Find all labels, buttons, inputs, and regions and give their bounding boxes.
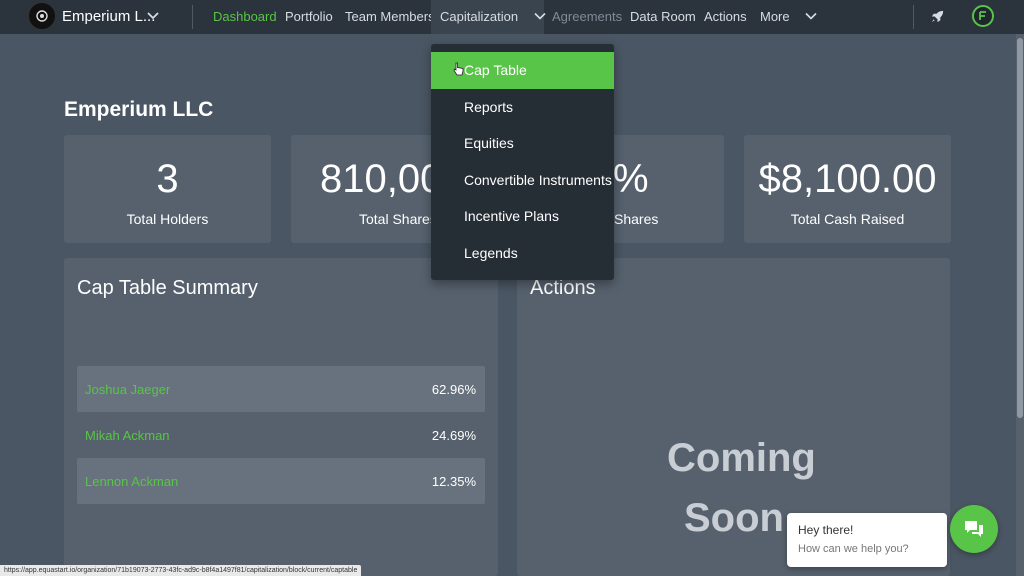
nav-divider [192, 5, 193, 29]
nav-dashboard[interactable]: Dashboard [213, 0, 277, 34]
top-nav: Emperium L... Dashboard Portfolio Team M… [0, 0, 1024, 34]
menu-item-convertible-instruments[interactable]: Convertible Instruments [431, 162, 614, 199]
stat-label: Total Cash Raised [790, 211, 905, 227]
user-avatar[interactable] [972, 5, 994, 27]
rocket-icon[interactable] [930, 9, 945, 24]
nav-divider [913, 5, 914, 29]
menu-item-legends[interactable]: Legends [431, 235, 614, 272]
nav-more-label: More [760, 9, 790, 24]
chevron-down-icon [805, 12, 817, 20]
coming-soon-line: Soon [684, 496, 784, 540]
menu-item-incentive-plans[interactable]: Incentive Plans [431, 198, 614, 235]
table-row[interactable]: Mikah Ackman 24.69% [77, 412, 485, 458]
nav-capitalization-label: Capitalization [440, 9, 519, 24]
page-title: Emperium LLC [64, 98, 214, 121]
holder-percent: 12.35% [431, 474, 476, 489]
org-logo-icon[interactable] [28, 2, 56, 30]
holder-name-link[interactable]: Lennon Ackman [85, 474, 178, 489]
nav-team-members[interactable]: Team Members [345, 0, 435, 34]
stat-value: 3 [156, 157, 179, 201]
stat-label: Total Holders [126, 211, 209, 227]
coming-soon-placeholder: Coming Soon [667, 428, 816, 548]
status-url: https://app.equastart.io/organization/71… [0, 565, 362, 576]
menu-item-label: Cap Table [464, 62, 527, 78]
menu-item-cap-table[interactable]: Cap Table [431, 52, 614, 89]
scrollbar-thumb[interactable] [1017, 38, 1023, 418]
nav-capitalization[interactable]: Capitalization [431, 0, 546, 34]
stat-card-holders: 3 Total Holders [64, 135, 271, 243]
holder-percent: 24.69% [431, 428, 476, 443]
coming-soon-line: Coming [667, 436, 816, 480]
org-name[interactable]: Emperium L... [62, 8, 155, 25]
nav-actions[interactable]: Actions [704, 0, 747, 34]
nav-agreements[interactable]: Agreements [552, 0, 622, 34]
cap-table-summary-panel: Cap Table Summary Joshua Jaeger 62.96% M… [64, 258, 498, 576]
table-row[interactable]: Lennon Ackman 12.35% [77, 458, 485, 504]
panel-title: Cap Table Summary [77, 277, 258, 299]
chat-greeting-bubble[interactable]: Hey there! How can we help you? [787, 513, 947, 567]
brand-mark-icon [979, 11, 986, 20]
holder-name-link[interactable]: Mikah Ackman [85, 428, 170, 443]
nav-more[interactable]: More [760, 0, 817, 34]
chevron-down-icon[interactable] [146, 9, 160, 23]
stat-value: $8,100.00 [758, 157, 937, 201]
chat-launcher-button[interactable] [950, 505, 998, 553]
chat-greeting: Hey there! [798, 523, 854, 537]
nav-data-room[interactable]: Data Room [630, 0, 696, 34]
capitalization-dropdown-menu: Cap Table Reports Equities Convertible I… [431, 44, 614, 280]
chevron-down-icon [534, 12, 546, 20]
chat-prompt: How can we help you? [798, 543, 909, 555]
nav-portfolio[interactable]: Portfolio [285, 0, 333, 34]
holder-name-link[interactable]: Joshua Jaeger [85, 382, 170, 397]
panel-title: Actions [530, 277, 596, 299]
holder-percent: 62.96% [431, 382, 476, 397]
menu-item-equities[interactable]: Equities [431, 125, 614, 162]
chat-icon [965, 521, 983, 537]
menu-item-reports[interactable]: Reports [431, 89, 614, 126]
pointer-cursor-icon [453, 62, 464, 76]
table-row[interactable]: Joshua Jaeger 62.96% [77, 366, 485, 412]
stat-card-cash-raised: $8,100.00 Total Cash Raised [744, 135, 951, 243]
